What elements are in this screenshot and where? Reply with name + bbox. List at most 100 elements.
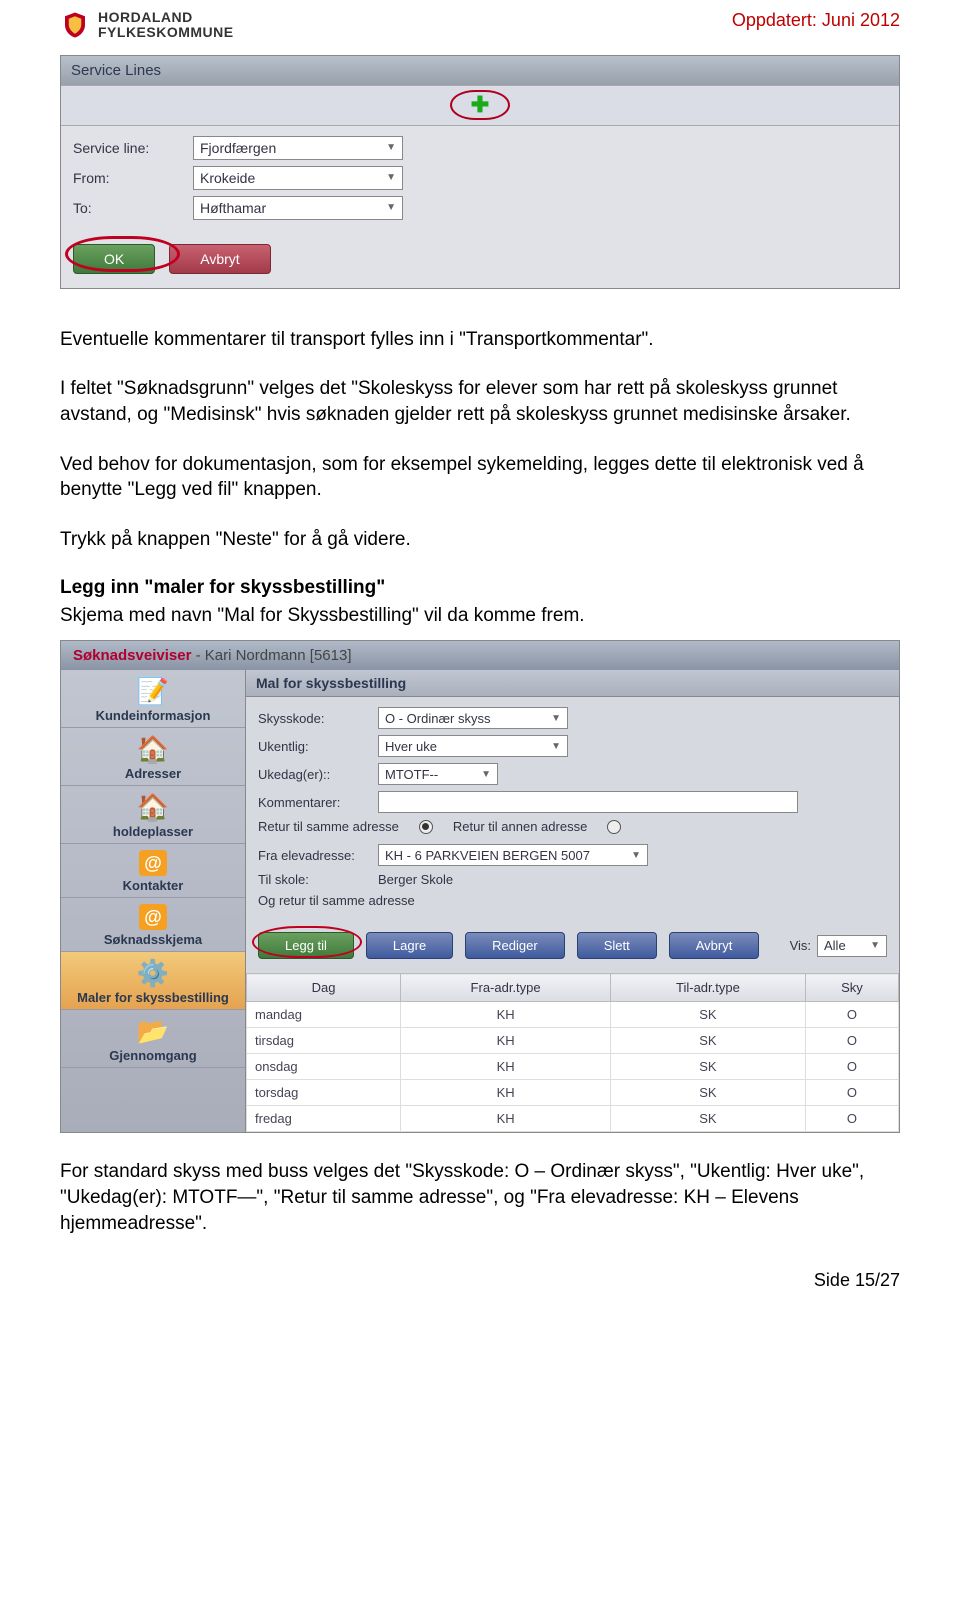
table-cell: SK <box>611 1028 806 1054</box>
house-icon: 🏠 <box>136 792 170 822</box>
table-cell: O <box>805 1080 898 1106</box>
table-cell: KH <box>401 1002 611 1028</box>
skysskode-select[interactable]: O - Ordinær skyss ▼ <box>378 707 568 729</box>
to-value: Høfthamar <box>200 200 266 216</box>
wizard-window: Søknadsveiviser - Kari Nordmann [5613] 📝… <box>60 640 900 1133</box>
add-button[interactable]: Legg til <box>258 932 354 959</box>
vis-value: Alle <box>824 938 846 953</box>
edit-button[interactable]: Rediger <box>465 932 565 959</box>
gear-icon: ⚙️ <box>136 958 170 988</box>
kommentar-label: Kommentarer: <box>258 795 378 810</box>
ukentlig-label: Ukentlig: <box>258 739 378 754</box>
cancel-button[interactable]: Avbryt <box>669 932 760 959</box>
ok-button[interactable]: OK <box>73 244 155 274</box>
to-select[interactable]: Høfthamar ▼ <box>193 196 403 220</box>
house-icon: 🏠 <box>136 734 170 764</box>
skysskode-label: Skysskode: <box>258 711 378 726</box>
ukentlig-select[interactable]: Hver uke ▼ <box>378 735 568 757</box>
plus-icon[interactable]: ✚ <box>471 92 489 118</box>
table-row[interactable]: torsdagKHSKO <box>247 1080 899 1106</box>
service-lines-window: Service Lines ✚ Service line: Fjordfærge… <box>60 55 900 289</box>
table-row[interactable]: fredagKHSKO <box>247 1106 899 1132</box>
paragraph: Skjema med navn "Mal for Skyssbestilling… <box>60 603 900 629</box>
sidebar-label: Adresser <box>125 766 181 781</box>
sidebar-label: Kundeinformasjon <box>96 708 211 723</box>
pencil-paper-icon: 📝 <box>136 676 170 706</box>
org-logo: HORDALAND FYLKESKOMMUNE <box>60 10 234 41</box>
service-line-value: Fjordfærgen <box>200 140 276 156</box>
table-row[interactable]: mandagKHSKO <box>247 1002 899 1028</box>
service-line-select[interactable]: Fjordfærgen ▼ <box>193 136 403 160</box>
table-cell: SK <box>611 1002 806 1028</box>
fra-value: KH - 6 PARKVEIEN BERGEN 5007 <box>385 848 590 863</box>
sidebar-item-kontakter[interactable]: @ Kontakter <box>61 844 245 898</box>
wizard-subtitle: - Kari Nordmann [5613] <box>196 647 352 664</box>
table-cell: mandag <box>247 1002 401 1028</box>
chevron-down-icon: ▼ <box>551 713 561 724</box>
sidebar-label: Kontakter <box>123 878 184 893</box>
table-cell: KH <box>401 1106 611 1132</box>
paragraph: Ved behov for dokumentasjon, som for eks… <box>60 452 900 503</box>
fra-select[interactable]: KH - 6 PARKVEIEN BERGEN 5007 ▼ <box>378 844 648 866</box>
chevron-down-icon: ▼ <box>631 850 641 861</box>
paragraph: Trykk på knappen "Neste" for å gå videre… <box>60 527 900 553</box>
table-cell: tirsdag <box>247 1028 401 1054</box>
from-select[interactable]: Krokeide ▼ <box>193 166 403 190</box>
table-cell: KH <box>401 1054 611 1080</box>
org-name-2: FYLKESKOMMUNE <box>98 25 234 40</box>
table-cell: onsdag <box>247 1054 401 1080</box>
sidebar-item-kundeinfo[interactable]: 📝 Kundeinformasjon <box>61 670 245 728</box>
paragraph: Eventuelle kommentarer til transport fyl… <box>60 327 900 353</box>
radio-label-same: Retur til samme adresse <box>258 819 399 834</box>
service-line-label: Service line: <box>73 140 193 156</box>
section-heading: Legg inn "maler for skyssbestilling" <box>60 577 900 599</box>
col-dag[interactable]: Dag <box>247 974 401 1002</box>
window-title: Service Lines <box>61 56 899 85</box>
at-icon: @ <box>139 904 167 930</box>
table-cell: torsdag <box>247 1080 401 1106</box>
sidebar-label: Maler for skyssbestilling <box>77 990 229 1005</box>
sidebar-label: holdeplasser <box>113 824 193 839</box>
save-button[interactable]: Lagre <box>366 932 453 959</box>
radio-same-address[interactable] <box>419 820 433 834</box>
from-value: Krokeide <box>200 170 255 186</box>
to-label: To: <box>73 200 193 216</box>
radio-label-other: Retur til annen adresse <box>453 819 587 834</box>
kommentar-input[interactable] <box>378 791 798 813</box>
sidebar-item-gjennomgang[interactable]: 📂 Gjennomgang <box>61 1010 245 1068</box>
ukedag-value: MTOTF-- <box>385 767 438 782</box>
schedule-table: Dag Fra-adr.type Til-adr.type Sky mandag… <box>246 973 899 1132</box>
table-row[interactable]: onsdagKHSKO <box>247 1054 899 1080</box>
ukedag-select[interactable]: MTOTF-- ▼ <box>378 763 498 785</box>
delete-button[interactable]: Slett <box>577 932 657 959</box>
sidebar-label: Gjennomgang <box>109 1048 196 1063</box>
wizard-sidebar: 📝 Kundeinformasjon 🏠 Adresser 🏠 holdepla… <box>61 670 246 1132</box>
table-cell: fredag <box>247 1106 401 1132</box>
sidebar-item-holdeplasser[interactable]: 🏠 holdeplasser <box>61 786 245 844</box>
table-cell: KH <box>401 1028 611 1054</box>
vis-select[interactable]: Alle ▼ <box>817 935 887 957</box>
retur-text: Og retur til samme adresse <box>258 893 415 908</box>
table-cell: SK <box>611 1054 806 1080</box>
chevron-down-icon: ▼ <box>386 142 396 153</box>
col-fra[interactable]: Fra-adr.type <box>401 974 611 1002</box>
highlight-ellipse: ✚ <box>450 90 510 120</box>
radio-other-address[interactable] <box>607 820 621 834</box>
chevron-down-icon: ▼ <box>386 172 396 183</box>
col-til[interactable]: Til-adr.type <box>611 974 806 1002</box>
chevron-down-icon: ▼ <box>551 741 561 752</box>
sidebar-item-soknad[interactable]: @ Søknadsskjema <box>61 898 245 952</box>
from-label: From: <box>73 170 193 186</box>
table-row[interactable]: tirsdagKHSKO <box>247 1028 899 1054</box>
org-name-1: HORDALAND <box>98 10 234 25</box>
page-number: Side 15/27 <box>60 1270 900 1291</box>
til-label: Til skole: <box>258 872 378 887</box>
sidebar-item-adresser[interactable]: 🏠 Adresser <box>61 728 245 786</box>
cancel-button[interactable]: Avbryt <box>169 244 270 274</box>
ukedag-label: Ukedag(er):: <box>258 767 378 782</box>
form-title: Mal for skyssbestilling <box>246 670 899 697</box>
sidebar-item-maler[interactable]: ⚙️ Maler for skyssbestilling <box>61 952 245 1010</box>
add-row: ✚ <box>61 85 899 125</box>
col-sky[interactable]: Sky <box>805 974 898 1002</box>
chevron-down-icon: ▼ <box>386 202 396 213</box>
